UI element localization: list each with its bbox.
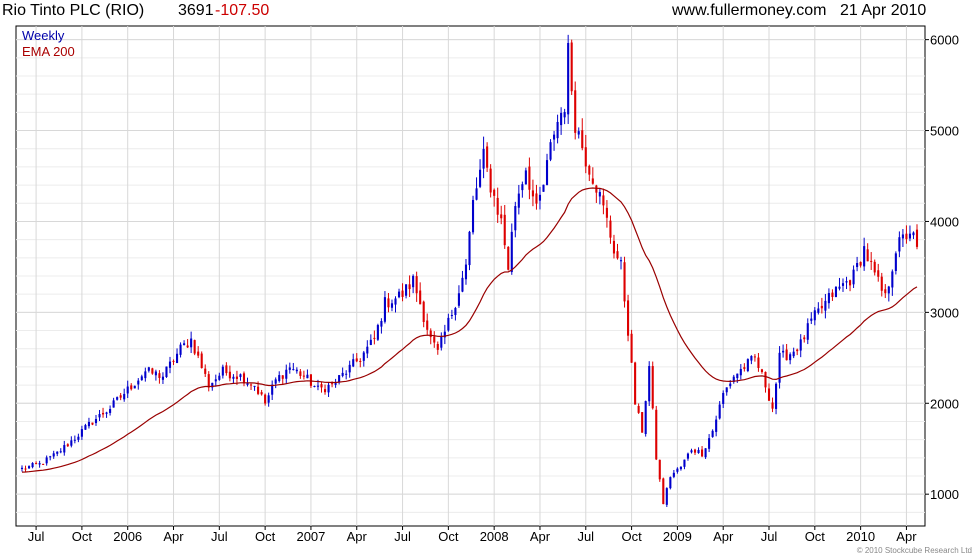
x-tick-label: Oct [72,529,93,544]
x-tick-label: Jul [577,529,594,544]
x-tick-label: Apr [163,529,184,544]
x-axis: Jul Oct 2006 Apr Jul Oct 2007 Apr Jul Oct 2008 Apr J… [28,526,917,544]
candle [634,361,637,405]
candle [542,184,545,192]
x-tick-label: Jul [761,529,778,544]
y-tick-label: 3000 [930,305,959,320]
candle [641,412,644,433]
candle [165,366,168,378]
legend-weekly: Weekly [22,28,65,43]
x-tick-label: Oct [255,529,276,544]
candle [834,285,838,298]
candle [549,139,552,162]
candle [669,476,672,490]
copyright-note: © 2010 Stockcube Research Ltd [856,546,972,555]
candle [630,329,633,363]
y-tick-label: 5000 [930,124,959,139]
candle [570,39,573,95]
y-tick-label: 4000 [930,214,959,229]
y-tick-label: 2000 [930,396,959,411]
legend-ema: EMA 200 [22,44,75,59]
candle [627,294,630,342]
candle [42,463,45,465]
candle [665,487,668,507]
x-tick-label: Jul [394,529,411,544]
x-tick-label: 2008 [480,529,509,544]
y-tick-label: 6000 [930,33,959,48]
x-tick-label: 2010 [846,529,875,544]
x-tick-label: Oct [438,529,459,544]
x-tick-label: Apr [713,529,734,544]
x-tick-label: 2009 [663,529,692,544]
candle [648,361,651,407]
candle [651,361,654,410]
x-tick-label: Apr [530,529,551,544]
candle [644,400,647,437]
candle [486,142,489,172]
candle [507,246,510,271]
x-tick-label: Oct [805,529,826,544]
x-tick-label: Apr [896,529,917,544]
price-chart: 100020003000400050006000 Jul Oct 2006 Apr Ju… [15,25,959,544]
x-tick-label: Jul [211,529,228,544]
x-tick-label: Oct [621,529,642,544]
x-tick-label: Apr [347,529,368,544]
candle [623,256,626,308]
candle [471,195,475,235]
y-axis: 1000 2000 3000 4000 5000 6000 [925,33,959,502]
candle [489,164,492,198]
candle [662,477,665,505]
candle [567,34,570,124]
y-tick-label: 1000 [930,487,959,502]
x-tick-label: Jul [28,529,45,544]
candle [193,339,196,356]
candle [658,459,661,482]
x-tick-label: 2007 [296,529,325,544]
candle [200,351,203,369]
x-tick-label: 2006 [113,529,142,544]
candle [468,230,471,271]
candle [376,323,379,341]
candle [746,358,749,373]
candle [655,405,658,461]
candle [133,385,136,389]
